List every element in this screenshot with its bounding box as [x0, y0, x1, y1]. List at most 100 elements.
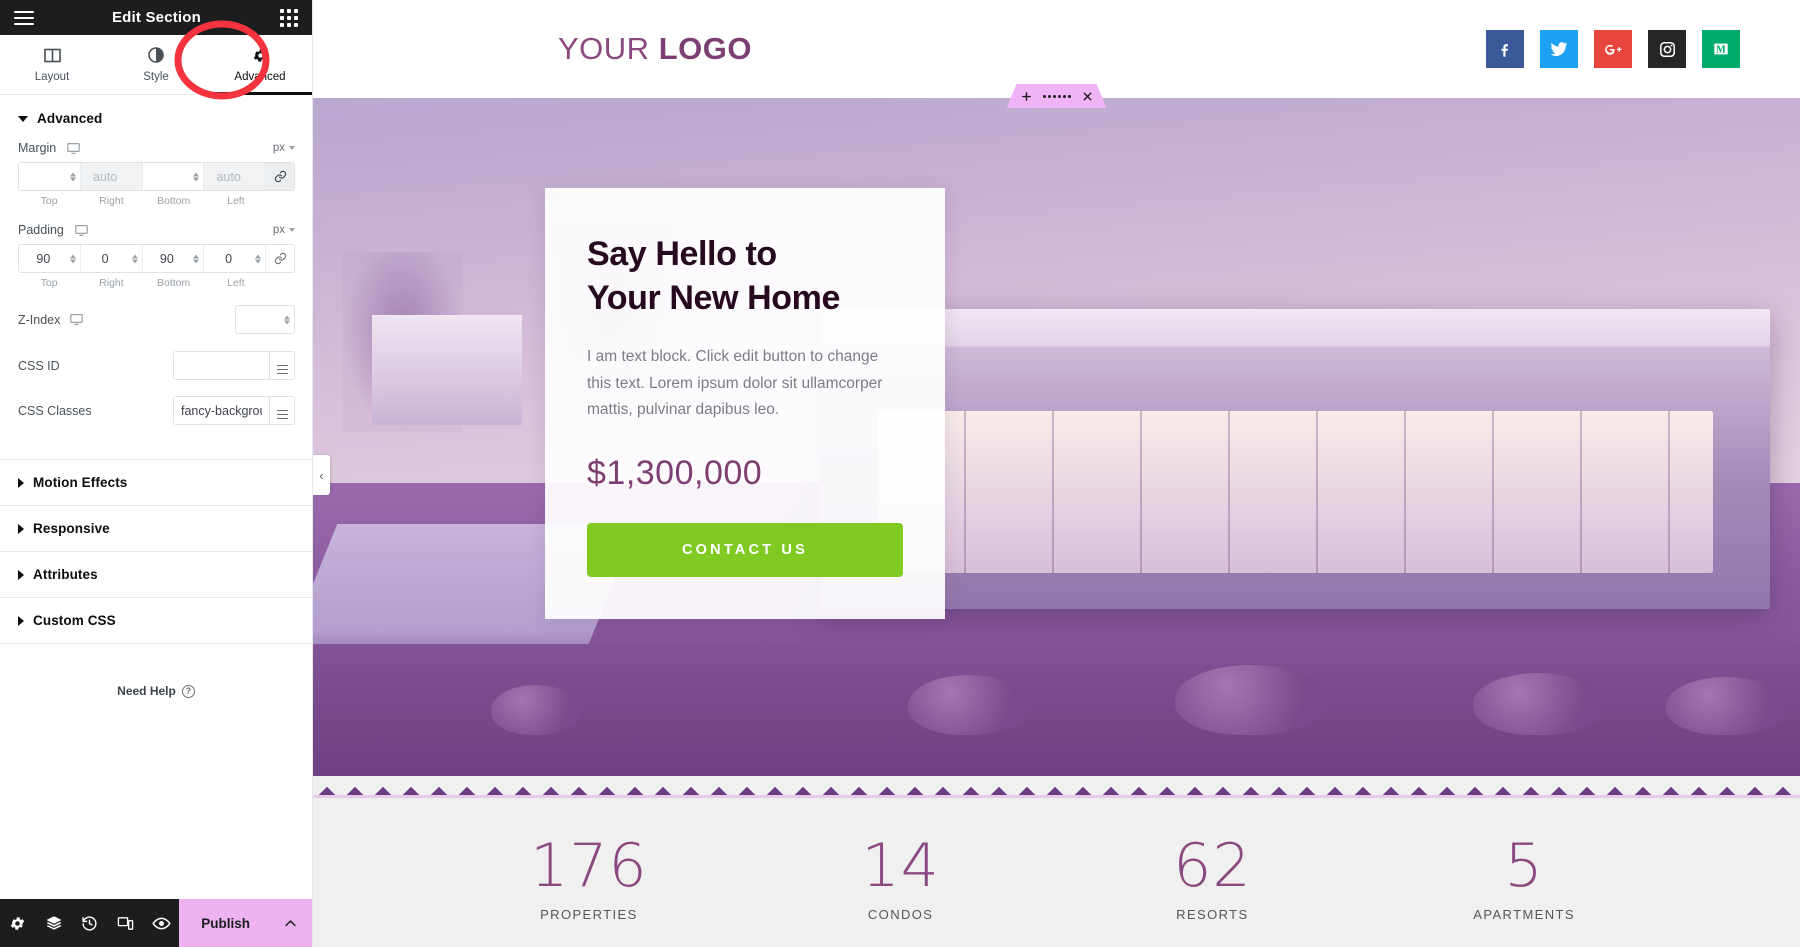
margin-top-cell[interactable] — [19, 163, 81, 190]
padding-link-values-icon[interactable] — [266, 245, 294, 272]
settings-gear-icon[interactable] — [0, 899, 36, 947]
stat-label: CONDOS — [867, 907, 934, 922]
question-circle-icon: ? — [181, 684, 195, 698]
social-links: M — [1486, 30, 1740, 68]
tab-advanced-label: Advanced — [234, 70, 286, 83]
margin-left-cell[interactable] — [204, 163, 266, 190]
spinner-padding-top[interactable] — [69, 254, 76, 263]
hamburger-icon[interactable] — [14, 10, 34, 25]
padding-bottom-cell[interactable] — [142, 245, 205, 272]
plus-icon[interactable] — [1021, 91, 1032, 102]
site-header: YOUR LOGO M — [313, 0, 1800, 98]
hero-heading-line1: Say Hello to — [587, 235, 777, 273]
contact-us-button[interactable]: CONTACT US — [587, 523, 903, 577]
margin-label-left: Left — [227, 195, 245, 207]
accordion-responsive[interactable]: Responsive — [0, 505, 312, 551]
margin-bottom-cell[interactable] — [142, 163, 205, 190]
dynamic-tags-icon[interactable] — [269, 351, 295, 380]
layers-navigator-icon[interactable] — [36, 899, 72, 947]
margin-left-input[interactable] — [204, 163, 265, 190]
panel-collapse-handle[interactable]: ‹ — [313, 455, 330, 495]
stat-number: 176 — [530, 831, 648, 901]
padding-unit-select[interactable]: px — [273, 224, 295, 236]
spinner-padding-left[interactable] — [255, 254, 261, 263]
margin-label-bottom: Bottom — [156, 195, 191, 207]
responsive-mode-icon[interactable] — [108, 899, 144, 947]
tab-layout[interactable]: Layout — [0, 35, 104, 94]
dynamic-tags-icon[interactable] — [269, 396, 295, 425]
spinner-margin-bottom[interactable] — [193, 172, 200, 181]
css-id-input[interactable] — [173, 351, 269, 380]
accordion-motion-effects[interactable]: Motion Effects — [0, 459, 312, 505]
css-classes-input[interactable] — [173, 396, 269, 425]
margin-fields — [18, 162, 295, 191]
panel-content: Advanced Margin px auto auto Top Right B… — [0, 95, 312, 899]
margin-right-input[interactable] — [80, 163, 142, 190]
facebook-icon[interactable] — [1486, 30, 1524, 68]
hero-content-card[interactable]: Say Hello to Your New Home I am text blo… — [545, 188, 945, 619]
instagram-icon[interactable] — [1648, 30, 1686, 68]
css-classes-control: CSS Classes — [0, 396, 312, 425]
elementor-editor-panel: Edit Section Layout Style Advanced Advan… — [0, 0, 313, 947]
padding-label-top: Top — [40, 277, 58, 289]
spinner-z-index[interactable] — [284, 315, 290, 324]
desktop-icon[interactable] — [67, 142, 81, 155]
margin-right-cell[interactable] — [80, 163, 143, 190]
twitter-icon[interactable] — [1540, 30, 1578, 68]
stat-number: 14 — [861, 831, 940, 901]
panel-tabs: Layout Style Advanced — [0, 35, 312, 95]
hero-heading-line2: Your New Home — [587, 278, 840, 317]
desktop-icon[interactable] — [70, 313, 83, 326]
hero-background-image — [313, 98, 1800, 798]
padding-top-cell[interactable] — [19, 245, 81, 272]
margin-unit-value: px — [272, 142, 285, 154]
advanced-section-header[interactable]: Advanced — [0, 95, 312, 141]
need-help-link[interactable]: Need Help ? — [0, 684, 312, 698]
padding-right-cell[interactable] — [80, 245, 143, 272]
padding-label-bottom: Bottom — [156, 277, 191, 289]
contrast-circle-icon — [148, 47, 164, 64]
accordion-attributes[interactable]: Attributes — [0, 551, 312, 597]
padding-control: Padding px 90 0 90 0 Top Right Bottom Le… — [0, 223, 312, 289]
stat-item: 14 CONDOS — [745, 836, 1057, 922]
stat-item: 5 APARTMENTS — [1368, 836, 1680, 922]
publish-button[interactable]: Publish — [179, 899, 312, 947]
margin-unit-select[interactable]: px — [273, 142, 295, 154]
spinner-margin-top[interactable] — [69, 172, 76, 181]
padding-unit-value: px — [272, 224, 285, 236]
tab-advanced[interactable]: Advanced — [208, 35, 312, 95]
drag-dots-icon[interactable] — [1043, 95, 1071, 98]
stat-label: RESORTS — [1176, 907, 1249, 922]
chevron-up-icon[interactable] — [268, 899, 312, 947]
spinner-padding-right[interactable] — [131, 254, 138, 263]
logo-text-light: YOUR — [558, 31, 650, 66]
medium-icon[interactable]: M — [1702, 30, 1740, 68]
margin-control: Margin px auto auto Top Right Bottom Lef… — [0, 141, 312, 207]
padding-label-left: Left — [227, 277, 245, 289]
google-plus-icon[interactable] — [1594, 30, 1632, 68]
accordion-custom-css[interactable]: Custom CSS — [0, 597, 312, 643]
history-revisions-icon[interactable] — [72, 899, 108, 947]
spinner-padding-bottom[interactable] — [193, 254, 200, 263]
close-x-icon[interactable] — [1082, 91, 1093, 102]
margin-label: Margin — [18, 141, 57, 155]
tab-layout-label: Layout — [34, 70, 70, 83]
stats-section[interactable]: 176 PROPERTIES 14 CONDOS 62 RESORTS 5 AP… — [313, 798, 1800, 947]
tab-style[interactable]: Style — [104, 35, 208, 94]
panel-title: Edit Section — [111, 9, 202, 26]
tab-style-label: Style — [143, 70, 169, 83]
desktop-icon[interactable] — [75, 224, 88, 237]
svg-text:M: M — [1716, 44, 1726, 55]
grid-apps-icon[interactable] — [280, 8, 298, 27]
margin-link-values-icon[interactable] — [266, 163, 294, 190]
z-index-field[interactable] — [235, 305, 295, 334]
padding-side-labels: Top Right Bottom Left — [18, 277, 295, 289]
panel-footer: Publish — [0, 899, 312, 947]
gear-icon — [252, 47, 269, 64]
padding-left-cell[interactable] — [204, 245, 266, 272]
caret-right-icon — [18, 569, 24, 580]
hero-section[interactable]: Say Hello to Your New Home I am text blo… — [313, 98, 1800, 798]
padding-label: Padding — [18, 223, 64, 237]
preview-eye-icon[interactable] — [143, 899, 179, 947]
site-logo[interactable]: YOUR LOGO — [558, 31, 752, 67]
